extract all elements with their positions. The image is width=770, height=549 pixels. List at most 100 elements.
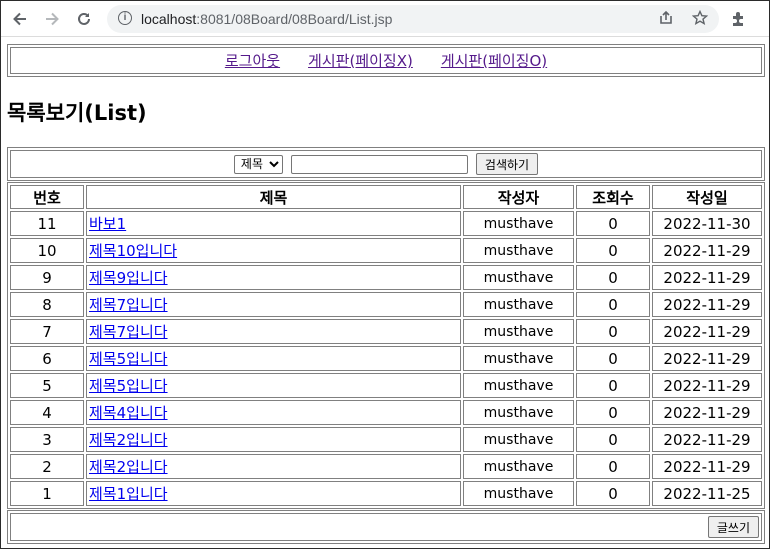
cell-visits: 0: [576, 211, 650, 236]
table-row: 10 제목10입니다 musthave 0 2022-11-29: [10, 238, 762, 263]
cell-visits: 0: [576, 319, 650, 344]
post-title-link[interactable]: 제목5입니다: [89, 377, 168, 395]
cell-date: 2022-11-30: [652, 211, 762, 236]
cell-num: 9: [10, 265, 84, 290]
header-title: 제목: [86, 185, 461, 209]
logout-link[interactable]: 로그아웃: [225, 52, 280, 70]
cell-visits: 0: [576, 238, 650, 263]
cell-writer: musthave: [463, 292, 574, 317]
board-no-paging-link[interactable]: 게시판(페이징X): [308, 52, 413, 70]
cell-num: 7: [10, 319, 84, 344]
url-path: :8081/08Board/08Board/List.jsp: [196, 11, 393, 27]
footer-bar: 글쓰기: [7, 510, 765, 544]
table-row: 1 제목1입니다 musthave 0 2022-11-25: [10, 481, 762, 506]
cell-writer: musthave: [463, 373, 574, 398]
cell-visits: 0: [576, 481, 650, 506]
cell-visits: 0: [576, 454, 650, 479]
post-title-link[interactable]: 제목5입니다: [89, 350, 168, 368]
cell-writer: musthave: [463, 319, 574, 344]
footer-cell: 글쓰기: [10, 513, 762, 541]
search-input[interactable]: [290, 154, 468, 174]
post-title-link[interactable]: 제목1입니다: [89, 485, 168, 503]
search-field-select[interactable]: 제목: [233, 154, 283, 174]
cell-num: 10: [10, 238, 84, 263]
cell-visits: 0: [576, 292, 650, 317]
cell-visits: 0: [576, 427, 650, 452]
cell-writer: musthave: [463, 427, 574, 452]
cell-num: 8: [10, 292, 84, 317]
forward-arrow-icon[interactable]: [41, 8, 63, 30]
header-date: 작성일: [652, 185, 762, 209]
cell-date: 2022-11-29: [652, 238, 762, 263]
back-arrow-icon[interactable]: [9, 8, 31, 30]
table-row: 6 제목5입니다 musthave 0 2022-11-29: [10, 346, 762, 371]
table-header-row: 번호 제목 작성자 조회수 작성일: [10, 185, 762, 209]
cell-visits: 0: [576, 265, 650, 290]
post-title-link[interactable]: 바보1: [89, 215, 126, 233]
cell-num: 1: [10, 481, 84, 506]
table-row: 5 제목5입니다 musthave 0 2022-11-29: [10, 373, 762, 398]
post-title-link[interactable]: 제목10입니다: [89, 242, 177, 260]
header-num: 번호: [10, 185, 84, 209]
cell-title: 제목1입니다: [86, 481, 461, 506]
cell-title: 제목4입니다: [86, 400, 461, 425]
cell-writer: musthave: [463, 454, 574, 479]
cell-title: 제목7입니다: [86, 292, 461, 317]
post-title-link[interactable]: 제목7입니다: [89, 323, 168, 341]
post-title-link[interactable]: 제목2입니다: [89, 431, 168, 449]
cell-visits: 0: [576, 400, 650, 425]
reload-icon[interactable]: [73, 8, 95, 30]
top-menu: 로그아웃 게시판(페이징X) 게시판(페이징O): [7, 44, 765, 77]
cell-title: 제목2입니다: [86, 454, 461, 479]
cell-title: 제목2입니다: [86, 427, 461, 452]
share-icon[interactable]: [657, 10, 675, 28]
board-paging-link[interactable]: 게시판(페이징O): [441, 52, 547, 70]
post-title-link[interactable]: 제목9입니다: [89, 269, 168, 287]
table-row: 9 제목9입니다 musthave 0 2022-11-29: [10, 265, 762, 290]
cell-title: 제목7입니다: [86, 319, 461, 344]
cell-date: 2022-11-29: [652, 373, 762, 398]
cell-num: 3: [10, 427, 84, 452]
cell-title: 제목5입니다: [86, 346, 461, 371]
table-row: 7 제목7입니다 musthave 0 2022-11-29: [10, 319, 762, 344]
table-row: 3 제목2입니다 musthave 0 2022-11-29: [10, 427, 762, 452]
cell-writer: musthave: [463, 238, 574, 263]
cell-date: 2022-11-29: [652, 427, 762, 452]
board-list-table: 번호 제목 작성자 조회수 작성일 11 바보1 musthave 0 2022-11-…: [7, 182, 765, 509]
cell-date: 2022-11-29: [652, 400, 762, 425]
cell-visits: 0: [576, 346, 650, 371]
post-title-link[interactable]: 제목4입니다: [89, 404, 168, 422]
cell-date: 2022-11-29: [652, 292, 762, 317]
star-icon[interactable]: [691, 9, 709, 28]
address-bar[interactable]: i localhost:8081/08Board/08Board/List.js…: [107, 5, 719, 33]
cell-visits: 0: [576, 373, 650, 398]
write-button[interactable]: 글쓰기: [707, 516, 759, 538]
search-button[interactable]: 검색하기: [475, 153, 539, 175]
browser-toolbar: i localhost:8081/08Board/08Board/List.js…: [1, 1, 769, 37]
cell-num: 6: [10, 346, 84, 371]
cell-writer: musthave: [463, 265, 574, 290]
table-row: 4 제목4입니다 musthave 0 2022-11-29: [10, 400, 762, 425]
post-title-link[interactable]: 제목2입니다: [89, 458, 168, 476]
search-form: 제목 검색하기: [7, 147, 765, 181]
info-icon[interactable]: i: [118, 11, 132, 25]
page-title: 목록보기(List): [7, 101, 147, 125]
puzzle-icon[interactable]: [729, 9, 749, 29]
cell-date: 2022-11-29: [652, 346, 762, 371]
cell-num: 5: [10, 373, 84, 398]
cell-num: 4: [10, 400, 84, 425]
top-menu-cell: 로그아웃 게시판(페이징X) 게시판(페이징O): [10, 47, 762, 74]
cell-date: 2022-11-29: [652, 319, 762, 344]
cell-writer: musthave: [463, 400, 574, 425]
table-row: 8 제목7입니다 musthave 0 2022-11-29: [10, 292, 762, 317]
table-row: 11 바보1 musthave 0 2022-11-30: [10, 211, 762, 236]
url-text[interactable]: localhost:8081/08Board/08Board/List.jsp: [141, 11, 392, 27]
cell-title: 제목9입니다: [86, 265, 461, 290]
post-title-link[interactable]: 제목7입니다: [89, 296, 168, 314]
cell-writer: musthave: [463, 211, 574, 236]
table-row: 2 제목2입니다 musthave 0 2022-11-29: [10, 454, 762, 479]
url-host: localhost: [141, 11, 197, 27]
cell-title: 바보1: [86, 211, 461, 236]
header-writer: 작성자: [463, 185, 574, 209]
cell-title: 제목10입니다: [86, 238, 461, 263]
